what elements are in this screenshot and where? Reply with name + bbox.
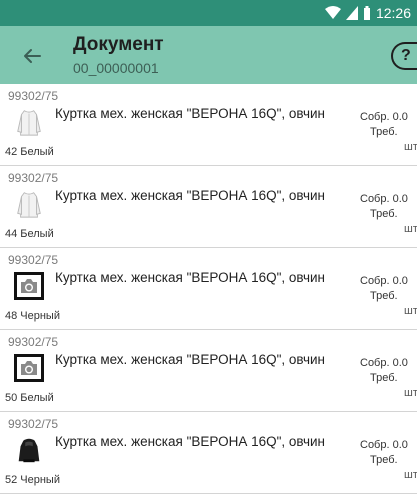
item-code: 99302/75 bbox=[8, 171, 59, 185]
item-code: 99302/75 bbox=[8, 335, 59, 349]
jacket-white-icon bbox=[14, 188, 44, 220]
collected-qty: Собр. 0.0 bbox=[360, 357, 408, 369]
unit-label: шт bbox=[404, 469, 417, 481]
item-list: 99302/75 Куртка мех. женская "ВЕРОНА 16Q"… bbox=[0, 84, 417, 494]
wifi-icon bbox=[324, 6, 341, 19]
collected-qty: Собр. 0.0 bbox=[360, 275, 408, 287]
help-icon: ? bbox=[401, 47, 411, 64]
list-item[interactable]: 99302/75 Куртка мех. женская "ВЕРОНА 16Q"… bbox=[0, 412, 417, 494]
back-arrow-icon bbox=[24, 49, 41, 63]
item-quantity: Собр. 0.0 Треб. шт bbox=[360, 356, 417, 401]
item-name: Куртка мех. женская "ВЕРОНА 16Q", овчин bbox=[55, 188, 326, 203]
item-thumbnail bbox=[13, 270, 45, 302]
item-size-color: 48 Черный bbox=[5, 310, 60, 322]
required-qty: Треб. bbox=[370, 208, 398, 220]
item-size-color: 42 Белый bbox=[5, 146, 54, 158]
battery-icon bbox=[363, 6, 370, 20]
item-thumbnail bbox=[13, 434, 45, 466]
camera-placeholder-icon bbox=[14, 272, 44, 300]
list-item[interactable]: 99302/75 Куртка мех. женская "ВЕРОНА 16Q"… bbox=[0, 248, 417, 330]
item-thumbnail bbox=[13, 352, 45, 384]
collected-qty: Собр. 0.0 bbox=[360, 111, 408, 123]
unit-label: шт bbox=[404, 387, 417, 399]
collected-qty: Собр. 0.0 bbox=[360, 439, 408, 451]
item-code: 99302/75 bbox=[8, 417, 59, 431]
status-time: 12:26 bbox=[375, 5, 411, 21]
item-thumbnail bbox=[13, 188, 45, 220]
unit-label: шт bbox=[404, 223, 417, 235]
item-code: 99302/75 bbox=[8, 253, 59, 267]
collected-qty: Собр. 0.0 bbox=[360, 193, 408, 205]
help-button[interactable]: ? bbox=[391, 42, 417, 70]
item-thumbnail bbox=[13, 106, 45, 138]
list-item[interactable]: 99302/75 Куртка мех. женская "ВЕРОНА 16Q"… bbox=[0, 166, 417, 248]
jacket-white-icon bbox=[14, 106, 44, 138]
back-button[interactable] bbox=[18, 42, 46, 70]
item-name: Куртка мех. женская "ВЕРОНА 16Q", овчин bbox=[55, 270, 326, 285]
required-qty: Треб. bbox=[370, 290, 398, 302]
item-quantity: Собр. 0.0 Треб. шт bbox=[360, 438, 417, 483]
cell-signal-icon bbox=[345, 6, 358, 20]
jacket-black-icon bbox=[14, 435, 44, 465]
item-quantity: Собр. 0.0 Треб. шт bbox=[360, 192, 417, 237]
item-name: Куртка мех. женская "ВЕРОНА 16Q", овчин bbox=[55, 434, 326, 449]
camera-placeholder-icon bbox=[14, 354, 44, 382]
app-bar: Документ 00_00000001 ? bbox=[0, 26, 417, 84]
list-item[interactable]: 99302/75 Куртка мех. женская "ВЕРОНА 16Q"… bbox=[0, 330, 417, 412]
item-name: Куртка мех. женская "ВЕРОНА 16Q", овчин bbox=[55, 106, 326, 121]
status-bar: 12:26 bbox=[0, 0, 417, 26]
list-item[interactable]: 99302/75 Куртка мех. женская "ВЕРОНА 16Q"… bbox=[0, 84, 417, 166]
item-quantity: Собр. 0.0 Треб. шт bbox=[360, 274, 417, 319]
unit-label: шт bbox=[404, 305, 417, 317]
status-icons: 12:26 bbox=[324, 5, 411, 21]
page-title: Документ bbox=[73, 34, 164, 55]
item-size-color: 44 Белый bbox=[5, 228, 54, 240]
item-code: 99302/75 bbox=[8, 89, 59, 103]
item-size-color: 50 Белый bbox=[5, 392, 54, 404]
item-quantity: Собр. 0.0 Треб. шт bbox=[360, 110, 417, 155]
unit-label: шт bbox=[404, 141, 417, 153]
item-name: Куртка мех. женская "ВЕРОНА 16Q", овчин bbox=[55, 352, 326, 367]
required-qty: Треб. bbox=[370, 454, 398, 466]
item-size-color: 52 Черный bbox=[5, 474, 60, 486]
required-qty: Треб. bbox=[370, 126, 398, 138]
required-qty: Треб. bbox=[370, 372, 398, 384]
document-number: 00_00000001 bbox=[73, 60, 159, 76]
